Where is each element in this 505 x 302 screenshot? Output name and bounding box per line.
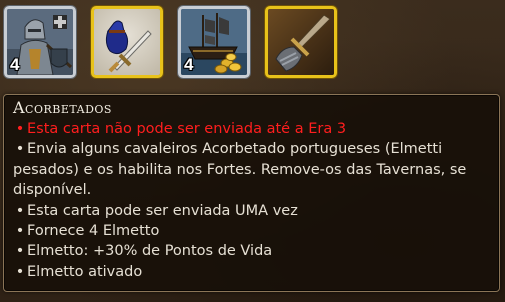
tooltip-line-text: Elmetto ativado: [27, 263, 143, 280]
gauntlet-card[interactable]: [265, 6, 337, 78]
bullet-icon: •: [15, 141, 25, 158]
tooltip-line-send-once: • Esta carta pode ser enviada UMA vez: [13, 201, 491, 221]
card-tooltip: Acorbetados • Esta carta não pode ser env…: [3, 94, 500, 292]
tooltip-line-age-restriction: • Esta carta não pode ser enviada até a E…: [13, 119, 491, 139]
tooltip-line-text: Fornece 4 Elmetto: [27, 223, 160, 240]
money-bag-icon: [94, 9, 160, 75]
tooltip-line-text: Envia alguns cavaleiros Acorbetado portu…: [13, 141, 467, 199]
card-count: 4: [184, 55, 194, 74]
tooltip-bullet-list: • Esta carta não pode ser enviada até a E…: [13, 119, 491, 282]
card-count: 4: [10, 55, 20, 74]
tooltip-line-enabled: • Elmetto ativado: [13, 262, 491, 282]
money-bag-card[interactable]: [91, 6, 163, 78]
tooltip-line-text: Esta carta não pode ser enviada até a Er…: [27, 121, 347, 137]
bullet-icon: •: [15, 223, 25, 240]
bullet-icon: •: [15, 202, 25, 219]
tooltip-line-hitpoints: • Elmetto: +30% de Pontos de Vida: [13, 241, 491, 261]
card-row: 4 4: [0, 0, 505, 84]
tooltip-line-provides: • Fornece 4 Elmetto: [13, 221, 491, 241]
bullet-icon: •: [15, 121, 25, 137]
gauntlet-icon: [268, 9, 334, 75]
ship-card[interactable]: 4: [178, 6, 250, 78]
tooltip-line-description: • Envia alguns cavaleiros Acorbetado port…: [13, 139, 491, 200]
tooltip-line-text: Elmetto: +30% de Pontos de Vida: [27, 243, 273, 260]
bullet-icon: •: [15, 243, 25, 260]
bullet-icon: •: [15, 263, 25, 280]
tooltip-title: Acorbetados: [13, 98, 112, 117]
tooltip-line-text: Esta carta pode ser enviada UMA vez: [27, 202, 298, 219]
knight-card[interactable]: 4: [4, 6, 76, 78]
